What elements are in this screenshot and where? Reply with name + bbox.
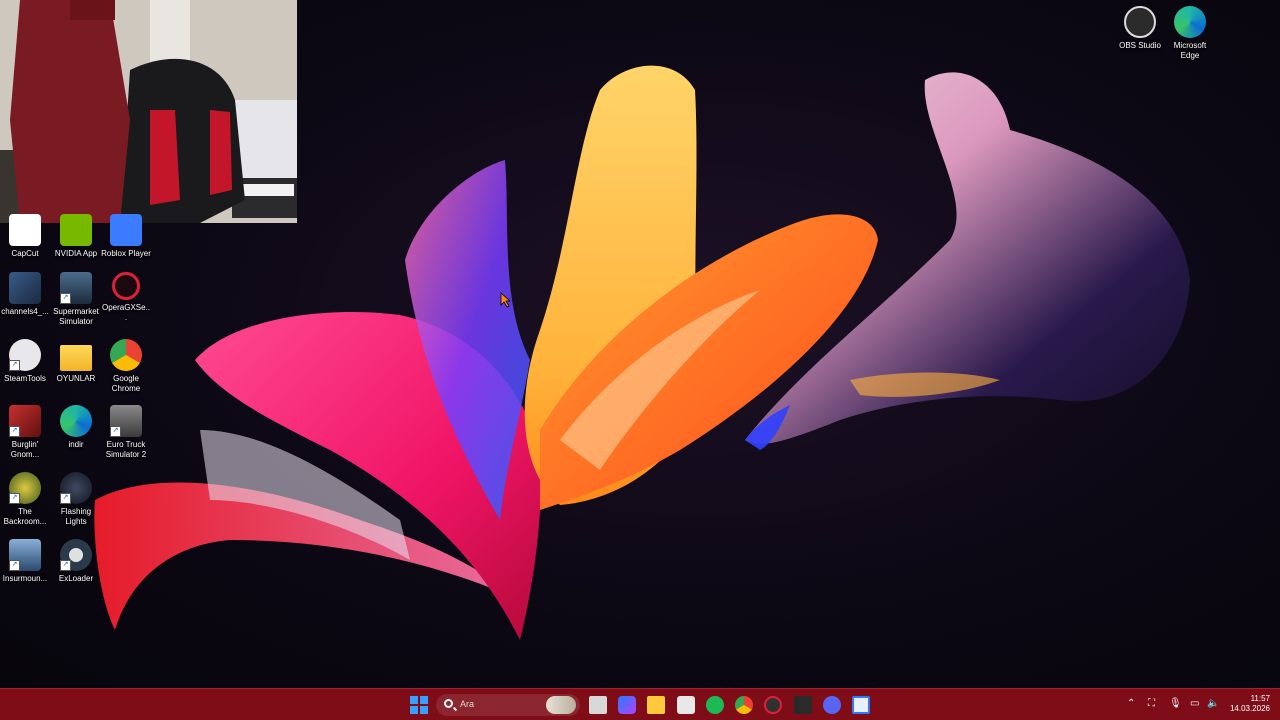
desktop-icon-roblox[interactable]: Roblox Player: [101, 214, 151, 259]
windows-logo-icon: [410, 696, 428, 714]
taskbar-search-box[interactable]: Ara: [436, 694, 580, 716]
desktop-icon-chrome[interactable]: Google Chrome: [101, 339, 151, 394]
desktop-icon-label: The Backroom...: [3, 507, 47, 526]
opera-gx-icon: [112, 272, 140, 300]
search-highlight-icon: [546, 696, 576, 714]
mouse-cursor-icon: [500, 292, 512, 308]
desktop-icon-flashing[interactable]: ↗ Flashing Lights: [51, 472, 101, 527]
desktop-icon-label: ExLoader: [58, 574, 94, 583]
desktop-icon-nvidia[interactable]: NVIDIA App: [51, 214, 101, 259]
desktop-icon-opera[interactable]: OperaGXSe...: [101, 272, 151, 323]
m365-copilot-icon[interactable]: [618, 696, 636, 714]
display-icon[interactable]: ▭: [1190, 698, 1199, 710]
opera-gx-taskbar-icon[interactable]: [764, 696, 782, 714]
desktop[interactable]: OBS Studio Microsoft Edge CapCut NVIDIA …: [0, 0, 1280, 688]
microsoft-store-icon[interactable]: [677, 696, 695, 714]
desktop-icon-label: Euro Truck Simulator 2: [105, 440, 147, 459]
image-file-icon: [9, 272, 41, 304]
roblox-icon: [110, 214, 142, 246]
exloader-icon: ↗: [60, 539, 92, 571]
clock-time: 11:57: [1250, 694, 1270, 703]
discord-icon[interactable]: [823, 696, 841, 714]
desktop-icon-label: channels4_...: [1, 307, 49, 316]
steamtools-icon: ↗: [9, 339, 41, 371]
insurmountable-icon: ↗: [9, 539, 41, 571]
burglin-gnomes-icon: ↗: [9, 405, 41, 437]
webcam-overlay: [0, 0, 297, 223]
desktop-icon-label: Insurmoun...: [2, 574, 48, 583]
desktop-icon-label: OperaGXSe...: [101, 303, 151, 322]
desktop-icon-oyunlar[interactable]: OYUNLAR: [51, 339, 101, 384]
volume-icon[interactable]: 🔈: [1207, 698, 1219, 710]
shortcut-arrow-icon: ↗: [9, 426, 20, 437]
shortcut-arrow-icon: ↗: [9, 560, 20, 571]
chrome-icon: [110, 339, 142, 371]
task-view-button[interactable]: [589, 696, 607, 714]
webcam-scene: [0, 0, 297, 223]
edge-icon: [1174, 6, 1206, 38]
spotify-icon[interactable]: [706, 696, 724, 714]
desktop-icon-supermarket[interactable]: ↗ Supermarket Simulator: [51, 272, 101, 327]
desktop-icon-backrooms[interactable]: ↗ The Backroom...: [0, 472, 50, 527]
edge-icon: [60, 405, 92, 437]
chrome-taskbar-icon[interactable]: [735, 696, 753, 714]
epic-games-icon[interactable]: [794, 696, 812, 714]
show-hidden-icons-chevron-icon[interactable]: ⌃: [1127, 698, 1135, 710]
desktop-icon-exloader[interactable]: ↗ ExLoader: [51, 539, 101, 584]
search-icon: [444, 699, 453, 708]
desktop-icon-label: NVIDIA App: [54, 249, 98, 258]
file-explorer-icon[interactable]: [647, 696, 665, 714]
desktop-icon-channels[interactable]: channels4_...: [0, 272, 50, 317]
desktop-icon-label: Flashing Lights: [60, 507, 92, 526]
shortcut-arrow-icon: ↗: [60, 493, 71, 504]
shortcut-arrow-icon: ↗: [9, 493, 20, 504]
shortcut-arrow-icon: ↗: [9, 360, 20, 371]
desktop-icon-label: Supermarket Simulator: [53, 307, 99, 326]
desktop-icon-label: indir: [68, 440, 84, 449]
shortcut-arrow-icon: ↗: [110, 426, 121, 437]
search-placeholder: Ara: [460, 699, 475, 709]
desktop-icon-ets2[interactable]: ↗ Euro Truck Simulator 2: [101, 405, 151, 460]
backrooms-icon: ↗: [9, 472, 41, 504]
capcut-icon: [9, 214, 41, 246]
app-window-icon[interactable]: [852, 696, 870, 714]
desktop-icon-label: OYUNLAR: [56, 374, 96, 383]
network-icon[interactable]: ⛶: [1148, 698, 1155, 710]
desktop-icon-label: OBS Studio: [1119, 41, 1161, 50]
desktop-icon-label: CapCut: [11, 249, 39, 258]
desktop-icon-insurmountable[interactable]: ↗ Insurmoun...: [0, 539, 50, 584]
flashing-lights-icon: ↗: [60, 472, 92, 504]
desktop-icon-obs[interactable]: OBS Studio: [1115, 6, 1165, 51]
desktop-icon-label: Roblox Player: [101, 249, 151, 258]
desktop-icon-edge[interactable]: Microsoft Edge: [1165, 6, 1215, 61]
euro-truck-icon: ↗: [110, 405, 142, 437]
clock-date: 14.03.2026: [1229, 704, 1270, 713]
desktop-icon-label: Google Chrome: [111, 374, 141, 393]
obs-icon: [1124, 6, 1156, 38]
desktop-icon-label: SteamTools: [4, 374, 46, 383]
shortcut-arrow-icon: ↗: [60, 293, 71, 304]
shortcut-arrow-icon: ↗: [60, 560, 71, 571]
taskbar: Ara ⌃ ⛶ 🎙 ▭ 🔈 11:57 14.03.2026: [0, 688, 1280, 720]
taskbar-clock[interactable]: 11:57 14.03.2026: [1230, 694, 1270, 714]
nvidia-icon: [60, 214, 92, 246]
desktop-icon-capcut[interactable]: CapCut: [0, 214, 50, 259]
desktop-icon-label: Microsoft Edge: [1173, 41, 1207, 60]
supermarket-simulator-icon: ↗: [60, 272, 92, 304]
desktop-icon-steamtools[interactable]: ↗ SteamTools: [0, 339, 50, 384]
folder-icon: [60, 345, 92, 371]
start-button[interactable]: [410, 696, 428, 714]
desktop-icon-label: Burglin' Gnom...: [10, 440, 40, 459]
desktop-icon-indir[interactable]: indir: [51, 405, 101, 450]
microphone-icon[interactable]: 🎙: [1169, 698, 1182, 710]
desktop-icon-burglin[interactable]: ↗ Burglin' Gnom...: [0, 405, 50, 460]
